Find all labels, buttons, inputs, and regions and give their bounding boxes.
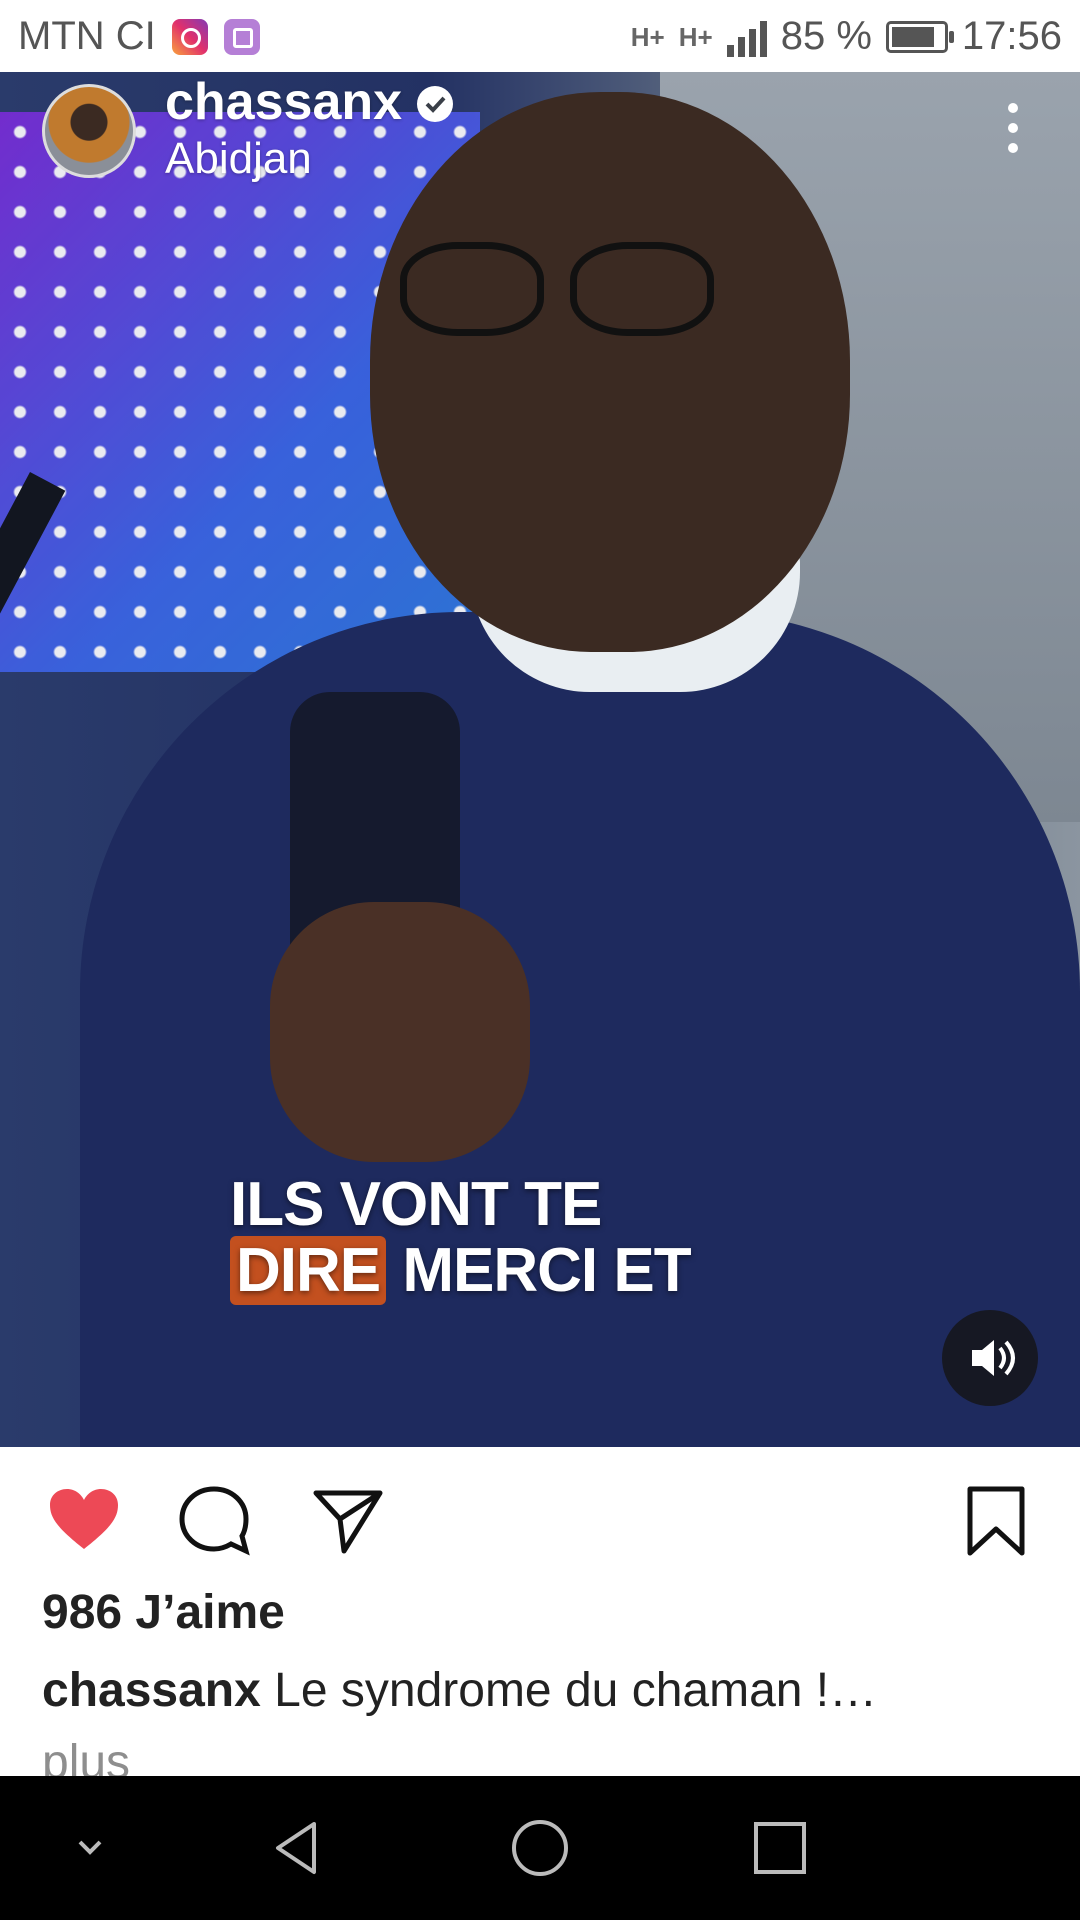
more-vert-icon[interactable] [998, 98, 1028, 158]
post-location[interactable]: Abidjan [165, 134, 312, 184]
clock: 17:56 [961, 14, 1062, 58]
video-person-hands [270, 902, 530, 1162]
battery-percent: 85 % [780, 14, 872, 58]
verified-badge-icon [417, 86, 453, 122]
video-subtitle-line1: ILS VONT TE [230, 1170, 602, 1239]
comment-icon[interactable] [176, 1483, 252, 1559]
video-subtitle: ILS VONT TE DIRE MERCI ET [230, 1170, 692, 1305]
heart-icon[interactable] [46, 1483, 122, 1559]
status-bar: MTN CI H+ H+ 85 % 17:56 [0, 0, 1080, 72]
system-nav-bar [0, 1776, 1080, 1920]
carrier-label: MTN CI [18, 14, 156, 58]
instagram-icon [171, 18, 208, 55]
caption-username[interactable]: chassanx [42, 1664, 261, 1717]
likes-count[interactable]: 986 J’aime [42, 1585, 285, 1640]
caption-text: Le syndrome du chaman !… [260, 1664, 878, 1717]
signal-icon [726, 17, 767, 57]
recents-icon[interactable] [750, 1818, 810, 1878]
post-action-bar [0, 1447, 1080, 1587]
avatar[interactable] [42, 84, 136, 178]
volume-icon [972, 1340, 1015, 1376]
video-subtitle-rest: MERCI ET [402, 1236, 691, 1305]
volume-button[interactable] [942, 1310, 1038, 1406]
post-username[interactable]: chassanx [165, 72, 402, 132]
home-icon[interactable] [510, 1818, 570, 1878]
gallery-icon [223, 18, 260, 55]
back-icon[interactable] [270, 1818, 330, 1878]
post-header: chassanx Abidjan [0, 72, 1080, 192]
bookmark-icon[interactable] [958, 1483, 1034, 1559]
post-video[interactable]: ILS VONT TE DIRE MERCI ET [0, 72, 1080, 1447]
video-person-sweater [80, 612, 1080, 1447]
network-type-1: H+ [630, 21, 665, 52]
network-type-2: H+ [678, 21, 713, 52]
share-icon[interactable] [310, 1483, 386, 1559]
post-caption[interactable]: chassanx Le syndrome du chaman !… [42, 1663, 1042, 1718]
chevron-down-icon[interactable] [60, 1818, 120, 1878]
video-subtitle-highlight: DIRE [230, 1236, 387, 1305]
battery-icon [885, 20, 954, 53]
video-person-glasses [400, 242, 730, 336]
